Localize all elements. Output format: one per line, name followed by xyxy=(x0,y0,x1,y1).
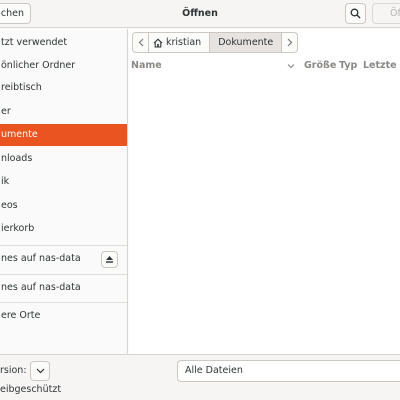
sidebar-item-network-share-2[interactable]: nes auf nas-data xyxy=(0,277,127,299)
sidebar-item-desktop[interactable]: reibtisch xyxy=(0,77,127,99)
search-icon xyxy=(350,8,361,19)
sidebar-item-label: ik xyxy=(1,176,10,187)
encoding-label: rsion: xyxy=(0,365,27,376)
sidebar-divider xyxy=(0,274,127,275)
home-icon xyxy=(153,38,163,48)
chevron-down-icon[interactable] xyxy=(287,58,295,74)
chevron-down-icon xyxy=(36,368,45,374)
column-headers: Name Größe Typ Letzte Ä xyxy=(129,58,400,74)
sidebar-item-home[interactable]: önlicher Ordner xyxy=(0,55,127,77)
path-crumb-label: Dokumente xyxy=(218,37,274,48)
sidebar-item-label: ere Orte xyxy=(1,310,41,321)
sidebar-item-music[interactable]: ik xyxy=(0,171,127,193)
encoding-dropdown[interactable] xyxy=(30,361,50,381)
chevron-right-icon xyxy=(287,38,293,47)
path-crumb-current[interactable]: Dokumente xyxy=(209,32,283,53)
column-header-modified[interactable]: Letzte Ä xyxy=(363,58,400,74)
sidebar-item-recent[interactable]: tzt verwendet xyxy=(0,32,127,54)
sidebar-item-label: eos xyxy=(1,200,18,211)
eject-button[interactable] xyxy=(101,251,118,268)
column-header-name[interactable]: Name xyxy=(131,58,162,74)
column-header-size[interactable]: Größe xyxy=(304,58,336,74)
sidebar-item-videos[interactable]: eos xyxy=(0,195,127,217)
dialog-footer: rsion: Alle Dateien eibgeschützt xyxy=(0,354,400,400)
header-bar: chen Öffnen Öf xyxy=(0,0,400,28)
path-back-button[interactable] xyxy=(132,32,149,53)
sidebar-item-label: umente xyxy=(1,129,38,140)
path-crumb-home[interactable]: kristian xyxy=(148,32,211,53)
sidebar-divider xyxy=(0,245,127,246)
sidebar-item-label: nloads xyxy=(1,153,33,164)
dialog-title: Öffnen xyxy=(182,8,218,19)
sidebar-item-trash[interactable]: ierkorb xyxy=(0,218,127,240)
sidebar-item-other-locations[interactable]: ere Orte xyxy=(0,305,127,327)
open-button[interactable]: Öf xyxy=(372,3,400,24)
read-only-label[interactable]: eibgeschützt xyxy=(0,382,61,398)
sidebar-item-label: önlicher Ordner xyxy=(1,60,76,71)
eject-icon xyxy=(105,255,114,264)
sidebar-item-label: nes auf nas-data xyxy=(1,253,81,264)
sidebar-item-label: er xyxy=(1,106,11,117)
search-button[interactable] xyxy=(345,3,366,24)
sidebar-divider xyxy=(0,302,127,303)
path-crumb-label: kristian xyxy=(166,37,202,48)
path-forward-button[interactable] xyxy=(281,32,299,53)
sidebar-item-label: tzt verwendet xyxy=(1,37,68,48)
sidebar-item-documents[interactable]: umente xyxy=(0,124,127,146)
sidebar-item-label: ierkorb xyxy=(1,223,35,234)
open-button-label: Öf xyxy=(390,8,400,19)
sidebar-item-label: reibtisch xyxy=(1,82,42,93)
sidebar-item-downloads[interactable]: nloads xyxy=(0,148,127,170)
breadcrumb: kristian Dokumente xyxy=(132,32,299,53)
sidebar-item-pictures[interactable]: er xyxy=(0,101,127,123)
places-sidebar: tzt verwendet önlicher Ordner reibtisch … xyxy=(0,29,128,354)
column-header-type[interactable]: Typ xyxy=(339,58,357,74)
sidebar-item-label: nes auf nas-data xyxy=(1,282,81,293)
file-filter-dropdown[interactable]: Alle Dateien xyxy=(177,360,400,382)
file-list-area[interactable]: kristian Dokumente Name Größe Typ Letzte… xyxy=(129,29,400,354)
file-filter-value: Alle Dateien xyxy=(185,365,243,376)
chevron-left-icon xyxy=(138,38,144,47)
